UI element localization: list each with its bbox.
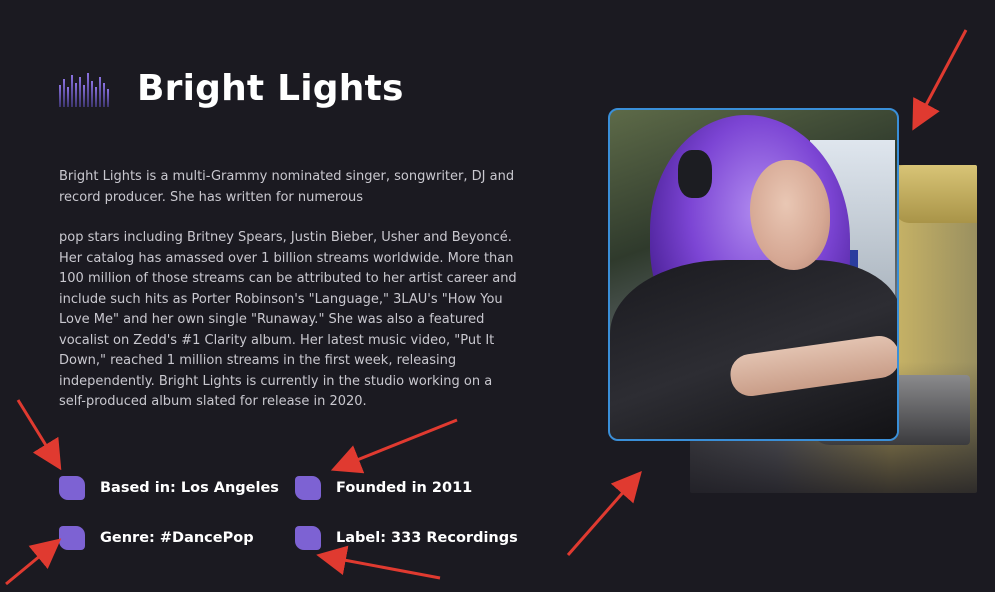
artist-photo xyxy=(608,108,899,441)
rounded-square-icon xyxy=(295,476,321,500)
fact-label: Genre: #DancePop xyxy=(100,530,254,546)
fact-label: Based in: Los Angeles xyxy=(100,480,279,496)
fact-founded: Founded in 2011 xyxy=(295,476,472,500)
fact-based-in: Based in: Los Angeles xyxy=(59,476,279,500)
artist-header: Bright Lights xyxy=(58,68,404,109)
car-shape xyxy=(895,165,977,223)
fact-genre: Genre: #DancePop xyxy=(59,526,254,550)
rounded-square-icon xyxy=(295,526,321,550)
page-title: Bright Lights xyxy=(137,68,404,109)
bio-paragraph: Bright Lights is a multi-Grammy nominate… xyxy=(59,169,515,205)
arrow xyxy=(316,545,441,580)
arrow xyxy=(5,538,62,586)
arrow xyxy=(16,399,62,471)
artist-bio: Bright Lights is a multi-Grammy nominate… xyxy=(59,167,519,413)
fact-label-record: Label: 333 Recordings xyxy=(295,526,518,550)
headphones-icon xyxy=(678,150,712,198)
arrow xyxy=(912,29,968,131)
bio-paragraph: pop stars including Britney Spears, Just… xyxy=(59,230,517,409)
rounded-square-icon xyxy=(59,526,85,550)
arrow xyxy=(330,418,458,474)
equalizer-icon xyxy=(59,72,109,107)
fact-label: Label: 333 Recordings xyxy=(336,530,518,546)
rounded-square-icon xyxy=(59,476,85,500)
arrow xyxy=(566,470,642,556)
fact-label: Founded in 2011 xyxy=(336,480,473,496)
